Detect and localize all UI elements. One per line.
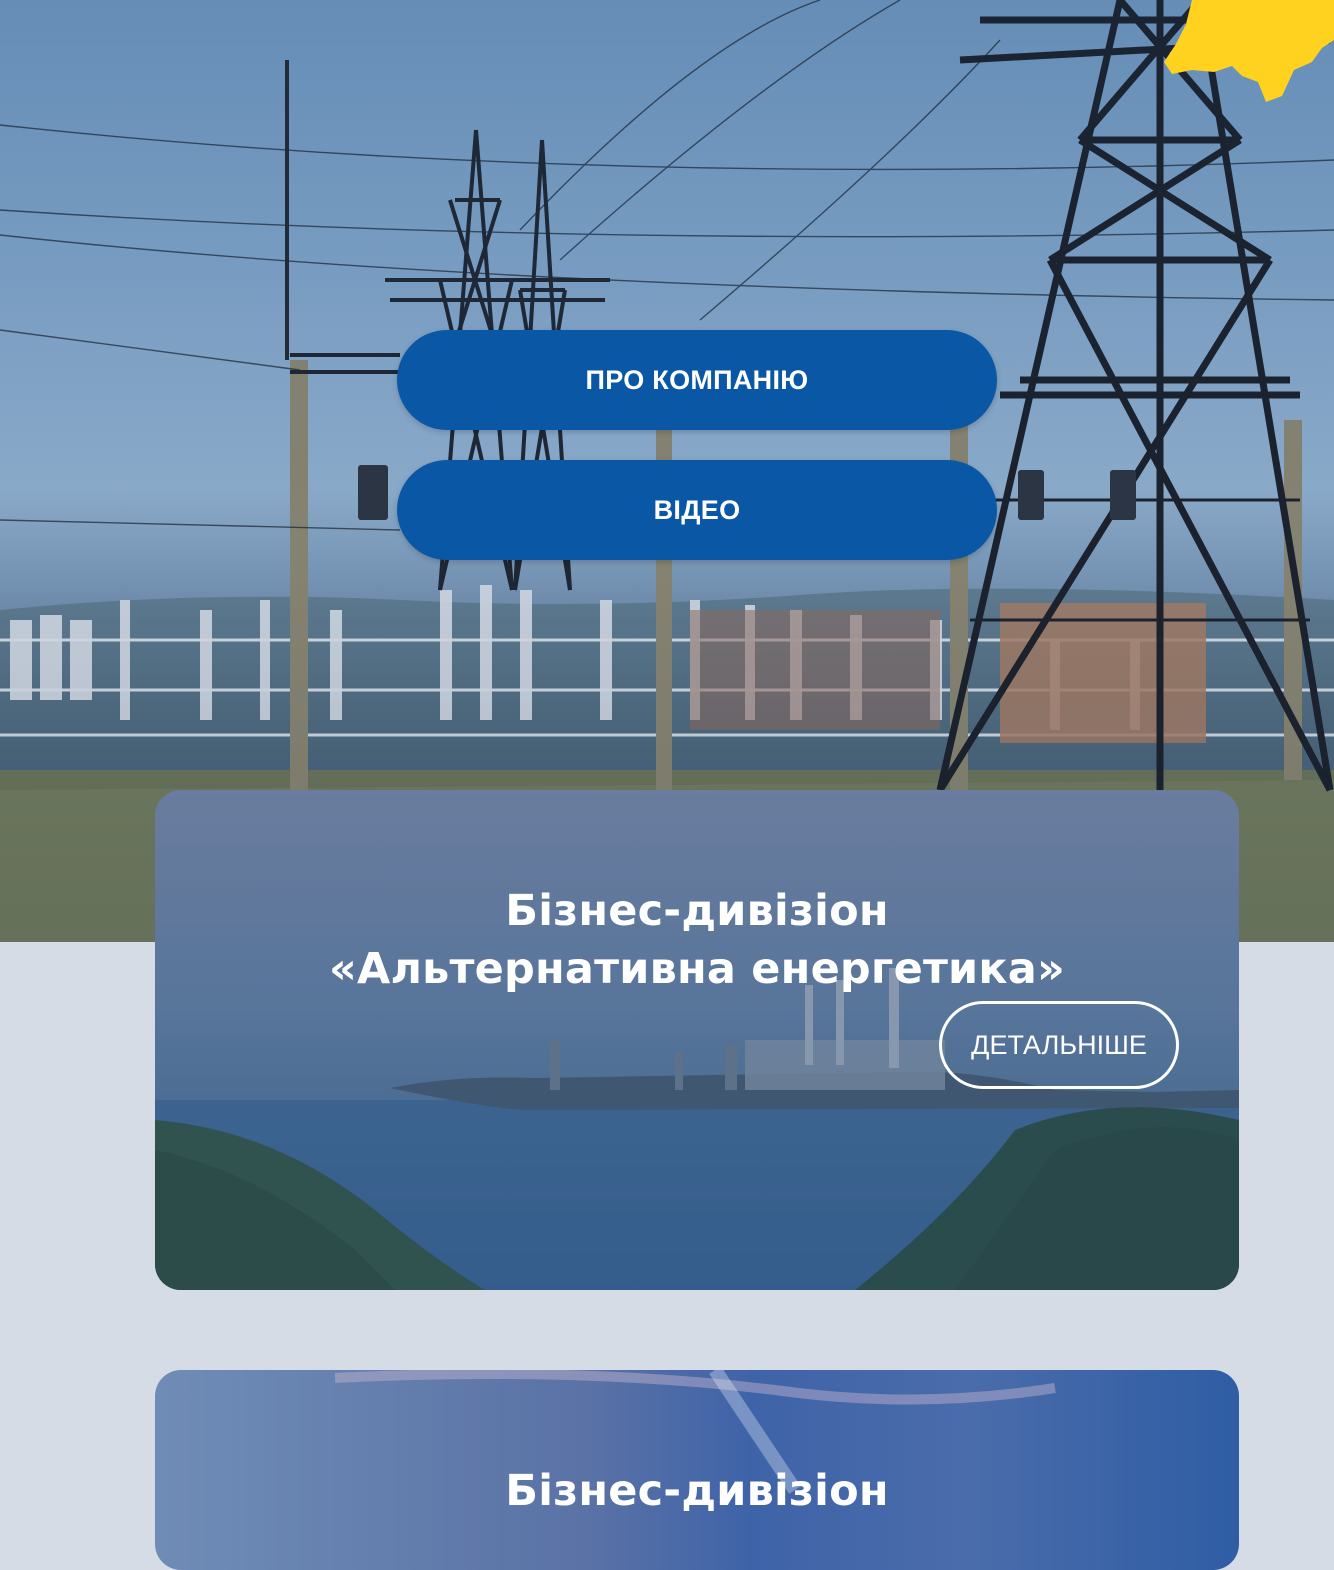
about-company-button[interactable]: ПРО КОМПАНІЮ: [397, 330, 997, 430]
division-card-second: Бізнес-дивізіон: [155, 1370, 1239, 1570]
details-button[interactable]: ДЕТАЛЬНІШЕ: [939, 1001, 1179, 1089]
division-title: Бізнес-дивізіон «Альтернативна енергетик…: [329, 885, 1065, 994]
video-button[interactable]: ВІДЕО: [397, 460, 997, 560]
division-title: Бізнес-дивізіон: [505, 1465, 889, 1516]
division-card-alternative-energy: Бізнес-дивізіон «Альтернативна енергетик…: [155, 790, 1239, 1290]
ukraine-map-icon: [1164, 0, 1334, 102]
